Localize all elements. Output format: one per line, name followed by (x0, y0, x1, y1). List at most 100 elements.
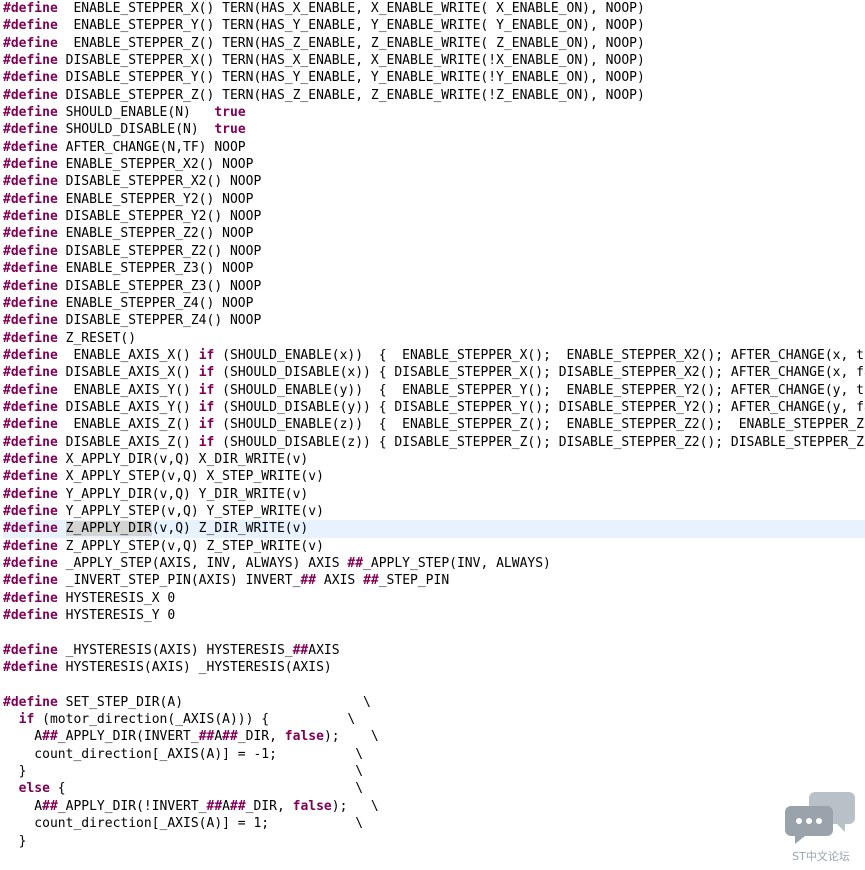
code-text: ENABLE_STEPPER_Z() TERN(HAS_Z_ENABLE, Z_… (57, 35, 645, 51)
code-line[interactable]: #define _INVERT_STEP_PIN(AXIS) INVERT_##… (3, 572, 865, 589)
code-line[interactable]: count_direction[_AXIS(A)] = -1; \ (3, 746, 865, 763)
code-text: X_APPLY_STEP(v,Q) X_STEP_WRITE(v) (57, 469, 324, 485)
code-editor[interactable]: #define ENABLE_STEPPER_X() TERN(HAS_X_EN… (3, 0, 865, 870)
code-text: (SHOULD_ENABLE(z)) { ENABLE_STEPPER_Z();… (214, 417, 865, 433)
code-line[interactable]: #define Z_RESET() (3, 330, 865, 347)
code-line[interactable]: #define DISABLE_STEPPER_X2() NOOP (3, 173, 865, 190)
token-paste-operator: ## (292, 642, 309, 658)
code-line[interactable]: #define Z_APPLY_STEP(v,Q) Z_STEP_WRITE(v… (3, 538, 865, 555)
code-text: _APPLY_STEP(INV, ALWAYS) (363, 556, 551, 571)
code-text: DISABLE_STEPPER_X2() NOOP (57, 174, 262, 190)
code-line[interactable]: #define DISABLE_STEPPER_Y2() NOOP (3, 208, 865, 225)
code-text: (SHOULD_DISABLE(z)) { DISABLE_STEPPER_Z(… (214, 434, 865, 450)
code-line[interactable]: #define AFTER_CHANGE(N,TF) NOOP (3, 139, 865, 156)
code-line[interactable]: #define _HYSTERESIS(AXIS) HYSTERESIS_##A… (3, 642, 865, 659)
code-line[interactable]: #define DISABLE_STEPPER_Z() TERN(HAS_Z_E… (3, 87, 865, 104)
forum-watermark: ST中文论坛 (783, 788, 859, 864)
code-line[interactable]: #define ENABLE_STEPPER_X2() NOOP (3, 156, 865, 173)
define-keyword: #define (3, 70, 58, 86)
define-keyword: #define (3, 538, 58, 554)
code-line[interactable]: if (motor_direction(_AXIS(A))) { \ (3, 711, 865, 728)
code-text: count_direction[_AXIS(A)] = -1; \ (3, 746, 364, 762)
code-line[interactable]: #define DISABLE_STEPPER_Y() TERN(HAS_Y_E… (3, 69, 865, 86)
code-text: DISABLE_STEPPER_Z2() NOOP (57, 243, 262, 259)
keyword: if (18, 712, 35, 728)
token-paste-operator: ## (222, 729, 238, 745)
code-line[interactable]: #define ENABLE_STEPPER_Z() TERN(HAS_Z_EN… (3, 35, 865, 52)
define-keyword: #define (3, 503, 58, 519)
define-keyword: #define (3, 53, 58, 69)
code-line[interactable]: else { \ (3, 780, 865, 797)
code-line[interactable]: #define DISABLE_STEPPER_Z3() NOOP (3, 278, 865, 295)
code-text: _APPLY_DIR(INVERT_ (57, 729, 199, 745)
keyword: false (292, 798, 332, 814)
code-text: ENABLE_STEPPER_Z2() NOOP (57, 226, 254, 242)
code-line[interactable]: A##_APPLY_DIR(INVERT_##A##_DIR, false); … (3, 728, 865, 745)
code-text: DISABLE_AXIS_Y() (57, 399, 199, 415)
keyword: if (198, 434, 215, 450)
code-line[interactable]: #define ENABLE_STEPPER_Z2() NOOP (3, 225, 865, 242)
code-text: (SHOULD_DISABLE(y)) { DISABLE_STEPPER_Y(… (214, 399, 865, 415)
code-text: Z_RESET() (57, 330, 137, 346)
code-line[interactable]: #define ENABLE_STEPPER_Y2() NOOP (3, 191, 865, 208)
code-line[interactable]: #define HYSTERESIS(AXIS) _HYSTERESIS(AXI… (3, 659, 865, 676)
code-line[interactable]: #define SHOULD_DISABLE(N) true (3, 121, 865, 138)
code-line[interactable]: #define ENABLE_AXIS_Y() if (SHOULD_ENABL… (3, 382, 865, 399)
code-line[interactable]: #define HYSTERESIS_X 0 (3, 590, 865, 607)
keyword: false (284, 729, 324, 745)
code-line[interactable]: #define ENABLE_STEPPER_X() TERN(HAS_X_EN… (3, 0, 865, 17)
keyword: if (198, 382, 215, 398)
code-line[interactable]: #define ENABLE_AXIS_X() if (SHOULD_ENABL… (3, 347, 865, 364)
define-keyword: #define (3, 1, 58, 16)
code-line[interactable]: } \ (3, 763, 865, 780)
code-line-current[interactable]: #define Z_APPLY_DIR(v,Q) Z_DIR_WRITE(v) (3, 520, 865, 538)
code-line[interactable]: #define ENABLE_STEPPER_Z3() NOOP (3, 260, 865, 277)
define-keyword: #define (3, 486, 58, 502)
code-text: A (222, 798, 230, 814)
code-text: SHOULD_DISABLE(N) (57, 122, 215, 138)
code-line[interactable]: #define DISABLE_AXIS_Y() if (SHOULD_DISA… (3, 399, 865, 416)
code-line[interactable]: count_direction[_AXIS(A)] = 1; \ (3, 815, 865, 832)
define-keyword: #define (3, 209, 58, 225)
code-line[interactable]: #define _APPLY_STEP(AXIS, INV, ALWAYS) A… (3, 555, 865, 572)
code-line[interactable]: #define SET_STEP_DIR(A) \ (3, 694, 865, 711)
code-line[interactable]: #define X_APPLY_DIR(v,Q) X_DIR_WRITE(v) (3, 451, 865, 468)
code-line[interactable]: #define DISABLE_AXIS_X() if (SHOULD_DISA… (3, 364, 865, 381)
code-line[interactable]: #define SHOULD_ENABLE(N) true (3, 104, 865, 121)
code-line[interactable]: A##_APPLY_DIR(!INVERT_##A##_DIR, false);… (3, 798, 865, 815)
code-text: Y_APPLY_DIR(v,Q) Y_DIR_WRITE(v) (57, 486, 309, 502)
define-keyword: #define (3, 330, 58, 346)
code-line[interactable]: #define DISABLE_STEPPER_Z4() NOOP (3, 312, 865, 329)
code-line[interactable]: #define ENABLE_STEPPER_Y() TERN(HAS_Y_EN… (3, 17, 865, 34)
code-text: ENABLE_STEPPER_X2() NOOP (57, 157, 254, 173)
selected-text: Z_APPLY_DIR (65, 521, 152, 537)
define-keyword: #define (3, 295, 58, 311)
code-text: ENABLE_STEPPER_Y2() NOOP (57, 191, 254, 207)
code-text: DISABLE_STEPPER_Y2() NOOP (57, 209, 262, 225)
code-line[interactable]: ​ (3, 624, 865, 641)
code-line[interactable]: #define ENABLE_AXIS_Z() if (SHOULD_ENABL… (3, 416, 865, 433)
code-text: Y_APPLY_STEP(v,Q) Y_STEP_WRITE(v) (57, 503, 324, 519)
code-text: SET_STEP_DIR(A) \ (57, 694, 371, 710)
token-paste-operator: ## (198, 729, 215, 745)
code-text: _HYSTERESIS(AXIS) HYSTERESIS_ (57, 642, 293, 658)
define-keyword: #define (3, 243, 58, 259)
code-line[interactable]: } (3, 833, 865, 850)
code-line[interactable]: #define ENABLE_STEPPER_Z4() NOOP (3, 295, 865, 312)
code-text: _APPLY_DIR(!INVERT_ (57, 798, 207, 814)
code-line[interactable]: #define DISABLE_STEPPER_X() TERN(HAS_X_E… (3, 52, 865, 69)
define-keyword: #define (3, 18, 58, 34)
code-line[interactable]: #define Y_APPLY_DIR(v,Q) Y_DIR_WRITE(v) (3, 486, 865, 503)
code-line[interactable]: #define HYSTERESIS_Y 0 (3, 607, 865, 624)
code-line[interactable]: #define DISABLE_STEPPER_Z2() NOOP (3, 243, 865, 260)
code-line[interactable]: #define Y_APPLY_STEP(v,Q) Y_STEP_WRITE(v… (3, 503, 865, 520)
define-keyword: #define (3, 573, 58, 589)
code-text: DISABLE_STEPPER_Z4() NOOP (57, 313, 262, 329)
define-keyword: #define (3, 105, 58, 121)
code-line[interactable]: ​ (3, 676, 865, 693)
code-line[interactable]: #define DISABLE_AXIS_Z() if (SHOULD_DISA… (3, 434, 865, 451)
code-line[interactable]: #define X_APPLY_STEP(v,Q) X_STEP_WRITE(v… (3, 468, 865, 485)
code-text: DISABLE_STEPPER_Z3() NOOP (57, 278, 262, 294)
